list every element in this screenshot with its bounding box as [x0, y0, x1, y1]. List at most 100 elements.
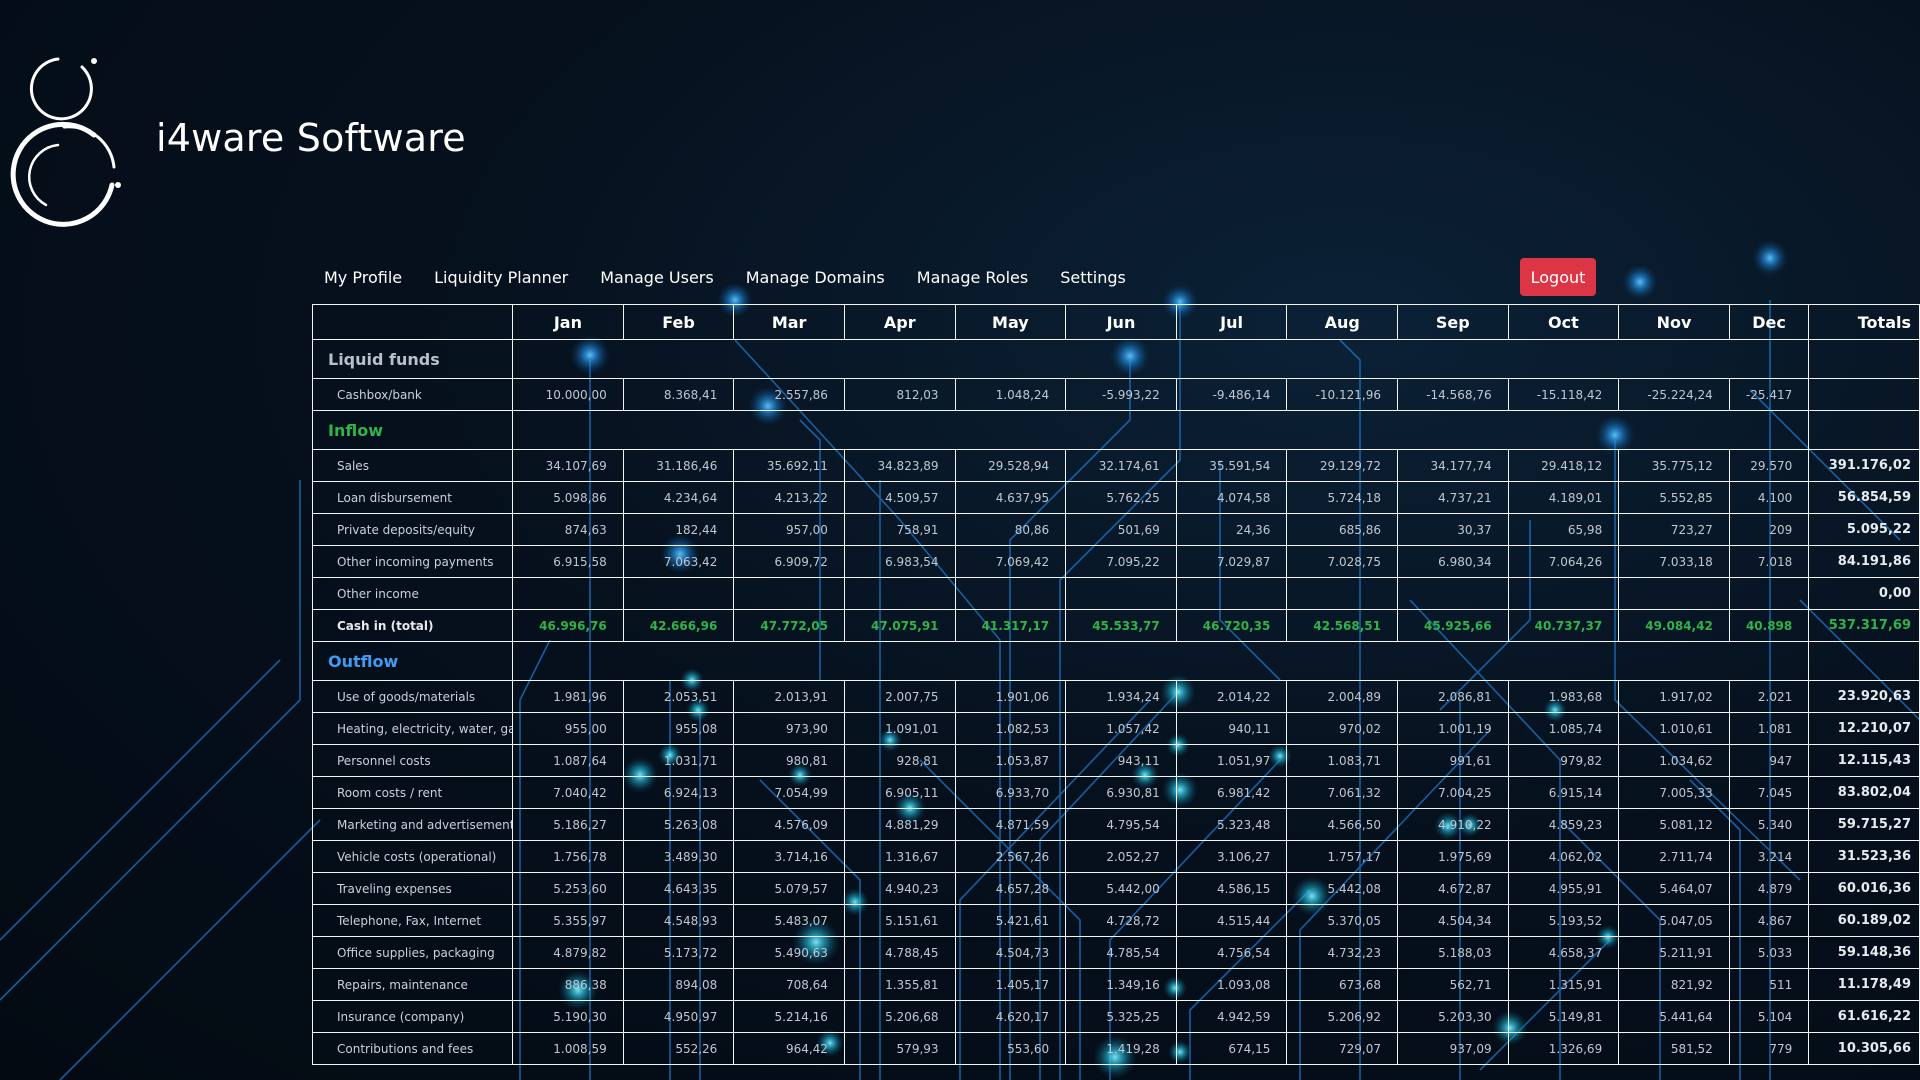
- value-cell[interactable]: 6.930,81: [1065, 776, 1177, 809]
- value-cell[interactable]: 35.692,11: [733, 449, 845, 482]
- value-cell[interactable]: 35.775,12: [1618, 449, 1730, 482]
- value-cell[interactable]: 970,02: [1286, 712, 1398, 745]
- value-cell[interactable]: 1.057,42: [1065, 712, 1177, 745]
- value-cell[interactable]: 937,09: [1396, 1032, 1509, 1065]
- value-cell[interactable]: 7.061,32: [1286, 776, 1398, 809]
- value-cell[interactable]: 955,00: [512, 712, 624, 745]
- value-cell[interactable]: 4.658,37: [1507, 936, 1620, 969]
- value-cell[interactable]: 5.047,05: [1618, 904, 1730, 937]
- value-cell[interactable]: 579,93: [843, 1032, 956, 1065]
- value-cell[interactable]: 1.001,19: [1396, 712, 1509, 745]
- value-cell[interactable]: 41.317,17: [954, 609, 1067, 642]
- value-cell[interactable]: 4.566,50: [1286, 808, 1398, 841]
- value-cell[interactable]: 31.186,46: [622, 449, 735, 482]
- value-cell[interactable]: 708,64: [733, 968, 845, 1001]
- value-cell[interactable]: 673,68: [1286, 968, 1398, 1001]
- value-cell[interactable]: 4.213,22: [733, 481, 845, 514]
- value-cell[interactable]: 5.173,72: [622, 936, 735, 969]
- value-cell[interactable]: 3.106,27: [1175, 840, 1288, 873]
- value-cell[interactable]: 4.940,23: [843, 872, 956, 905]
- value-cell[interactable]: 182,44: [622, 513, 735, 546]
- value-cell[interactable]: 29.418,12: [1507, 449, 1620, 482]
- value-cell[interactable]: 973,90: [733, 712, 845, 745]
- nav-settings[interactable]: Settings: [1060, 268, 1126, 287]
- value-cell[interactable]: 812,03: [843, 378, 956, 411]
- value-cell[interactable]: 29.129,72: [1286, 449, 1398, 482]
- value-cell[interactable]: 8.368,41: [622, 378, 735, 411]
- value-cell[interactable]: 5.149,81: [1507, 1000, 1620, 1033]
- value-cell[interactable]: 6.933,70: [954, 776, 1067, 809]
- value-cell[interactable]: 955,08: [622, 712, 735, 745]
- value-cell[interactable]: 6.915,58: [512, 545, 624, 578]
- value-cell[interactable]: 5.033: [1728, 936, 1810, 969]
- value-cell[interactable]: 5.186,27: [512, 808, 624, 841]
- nav-manage-roles[interactable]: Manage Roles: [917, 268, 1028, 287]
- value-cell[interactable]: 562,71: [1396, 968, 1509, 1001]
- value-cell[interactable]: 42.568,51: [1286, 609, 1398, 642]
- value-cell[interactable]: 1.082,53: [954, 712, 1067, 745]
- value-cell[interactable]: 4.576,09: [733, 808, 845, 841]
- value-cell[interactable]: 4.732,23: [1286, 936, 1398, 969]
- value-cell[interactable]: [1728, 577, 1810, 610]
- value-cell[interactable]: 4.737,21: [1396, 481, 1509, 514]
- value-cell[interactable]: [512, 577, 624, 610]
- value-cell[interactable]: 4.234,64: [622, 481, 735, 514]
- value-cell[interactable]: 4.756,54: [1175, 936, 1288, 969]
- value-cell[interactable]: 30,37: [1396, 513, 1509, 546]
- value-cell[interactable]: 552,26: [622, 1032, 735, 1065]
- value-cell[interactable]: 886,38: [512, 968, 624, 1001]
- value-cell[interactable]: [1065, 577, 1177, 610]
- value-cell[interactable]: 874,63: [512, 513, 624, 546]
- value-cell[interactable]: 581,52: [1618, 1032, 1730, 1065]
- value-cell[interactable]: -25.417: [1728, 378, 1810, 411]
- value-cell[interactable]: 10.000,00: [512, 378, 624, 411]
- value-cell[interactable]: 7.064,26: [1507, 545, 1620, 578]
- value-cell[interactable]: 7.063,42: [622, 545, 735, 578]
- value-cell[interactable]: 2.053,51: [622, 680, 735, 713]
- value-cell[interactable]: 1.083,71: [1286, 744, 1398, 777]
- value-cell[interactable]: [954, 577, 1067, 610]
- value-cell[interactable]: 4.504,73: [954, 936, 1067, 969]
- value-cell[interactable]: 501,69: [1065, 513, 1177, 546]
- value-cell[interactable]: 46.720,35: [1175, 609, 1288, 642]
- value-cell[interactable]: 5.104: [1728, 1000, 1810, 1033]
- value-cell[interactable]: 4.795,54: [1065, 808, 1177, 841]
- value-cell[interactable]: 1.091,01: [843, 712, 956, 745]
- value-cell[interactable]: 1.934,24: [1065, 680, 1177, 713]
- value-cell[interactable]: 40.737,37: [1507, 609, 1620, 642]
- value-cell[interactable]: 1.983,68: [1507, 680, 1620, 713]
- value-cell[interactable]: 7.029,87: [1175, 545, 1288, 578]
- value-cell[interactable]: 4.871,59: [954, 808, 1067, 841]
- value-cell[interactable]: 209: [1728, 513, 1810, 546]
- value-cell[interactable]: 4.859,23: [1507, 808, 1620, 841]
- value-cell[interactable]: 5.441,64: [1618, 1000, 1730, 1033]
- value-cell[interactable]: -15.118,42: [1507, 378, 1620, 411]
- value-cell[interactable]: 34.107,69: [512, 449, 624, 482]
- value-cell[interactable]: 2.004,89: [1286, 680, 1398, 713]
- value-cell[interactable]: [1175, 577, 1288, 610]
- value-cell[interactable]: 7.040,42: [512, 776, 624, 809]
- value-cell[interactable]: 4.100: [1728, 481, 1810, 514]
- value-cell[interactable]: 49.084,42: [1618, 609, 1730, 642]
- value-cell[interactable]: 779: [1728, 1032, 1810, 1065]
- value-cell[interactable]: 1.419,28: [1065, 1032, 1177, 1065]
- value-cell[interactable]: 6.983,54: [843, 545, 956, 578]
- value-cell[interactable]: 5.098,86: [512, 481, 624, 514]
- value-cell[interactable]: 5.325,25: [1065, 1000, 1177, 1033]
- value-cell[interactable]: 5.421,61: [954, 904, 1067, 937]
- value-cell[interactable]: 943,11: [1065, 744, 1177, 777]
- value-cell[interactable]: 980,81: [733, 744, 845, 777]
- value-cell[interactable]: 4.515,44: [1175, 904, 1288, 937]
- value-cell[interactable]: 928,81: [843, 744, 956, 777]
- value-cell[interactable]: 7.028,75: [1286, 545, 1398, 578]
- value-cell[interactable]: 65,98: [1507, 513, 1620, 546]
- value-cell[interactable]: 4.509,57: [843, 481, 956, 514]
- value-cell[interactable]: 5.724,18: [1286, 481, 1398, 514]
- value-cell[interactable]: 5.188,03: [1396, 936, 1509, 969]
- value-cell[interactable]: 4.062,02: [1507, 840, 1620, 873]
- value-cell[interactable]: 45.533,77: [1065, 609, 1177, 642]
- value-cell[interactable]: 511: [1728, 968, 1810, 1001]
- value-cell[interactable]: [843, 577, 956, 610]
- value-cell[interactable]: 1.917,02: [1618, 680, 1730, 713]
- value-cell[interactable]: 4.189,01: [1507, 481, 1620, 514]
